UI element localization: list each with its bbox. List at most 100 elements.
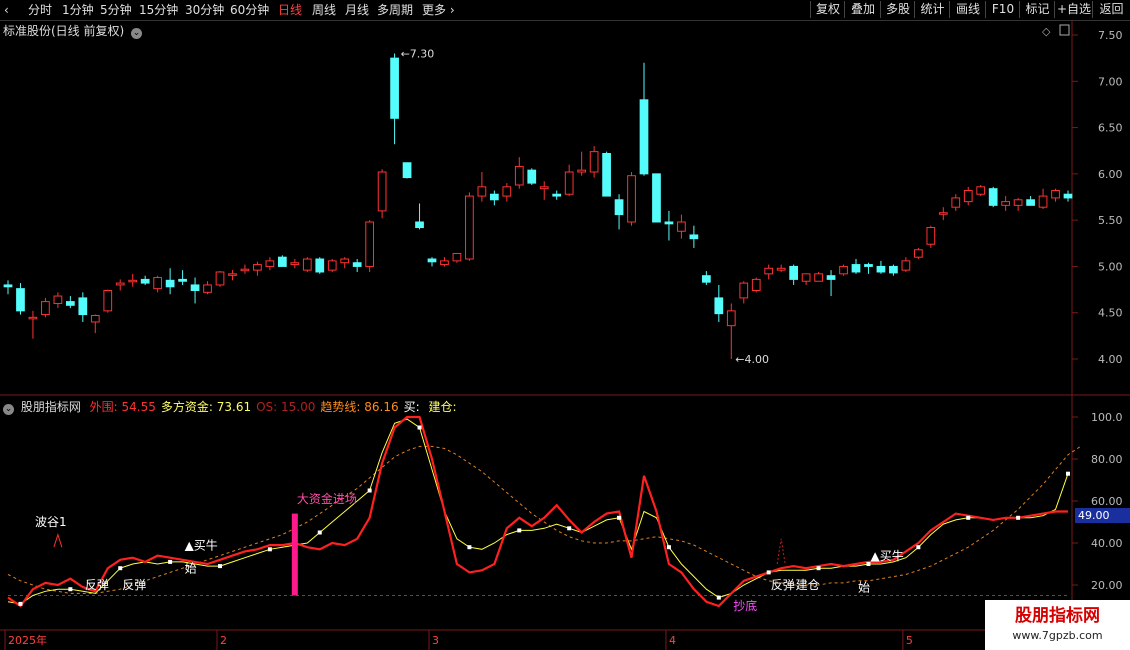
candle-body: [140, 278, 150, 284]
candle-body: [153, 277, 163, 290]
y-tick-label: 5.00: [1098, 260, 1123, 273]
candle-body: [627, 175, 636, 223]
period-5[interactable]: 60分钟: [230, 2, 269, 18]
indicator-item-1: 多方资金: 73.61: [160, 400, 252, 414]
candle-body: [1001, 201, 1011, 206]
candle-body: [926, 227, 936, 245]
annotation-9: ▲买牛: [870, 548, 903, 563]
candle-body: [440, 260, 449, 266]
y-tick-label: 4.00: [1098, 353, 1123, 366]
candle-body: [390, 57, 399, 119]
period-0[interactable]: 分时: [28, 2, 52, 18]
signal-marker: [716, 595, 721, 600]
candle-body: [814, 273, 823, 282]
ind-tick-label: 20.00: [1091, 579, 1123, 592]
watermark-title: 股朋指标网: [1015, 606, 1100, 626]
candle-body: [714, 297, 724, 315]
period-8[interactable]: 月线: [345, 2, 369, 18]
candle-body: [327, 260, 337, 271]
period-2[interactable]: 5分钟: [100, 2, 132, 18]
low-price-label: ←4.00: [735, 353, 769, 366]
candle-body: [664, 221, 674, 225]
candle-body: [53, 295, 63, 304]
candle-body: [402, 162, 412, 179]
candle-body: [564, 171, 574, 195]
ind-tick-label: 80.00: [1091, 453, 1123, 466]
candle-body: [3, 284, 13, 288]
signal-marker: [966, 515, 971, 520]
main-panel-header: 标准股份(日线 前复权) ⌄: [3, 22, 143, 39]
signal-marker: [168, 559, 173, 564]
x-tick-label: 2: [220, 634, 227, 647]
watermark-url: www.7gpzb.com: [1012, 629, 1103, 642]
y-tick-label: 6.50: [1098, 122, 1123, 135]
indicator-name: 股朋指标网: [20, 400, 81, 414]
candle-body: [514, 165, 524, 186]
y-tick-label: 7.50: [1098, 29, 1123, 42]
toolbar-button-4[interactable]: 画线: [949, 1, 986, 18]
period-9[interactable]: 多周期: [377, 2, 413, 18]
x-tick-label: 3: [432, 634, 439, 647]
candle-body: [913, 249, 923, 258]
signal-marker: [317, 530, 322, 535]
indicator-item-4: 买:: [403, 400, 424, 414]
period-7[interactable]: 周线: [312, 2, 336, 18]
candle-body: [228, 273, 237, 276]
candle-body: [876, 265, 886, 273]
chevron-down-icon[interactable]: ⌄: [131, 28, 143, 39]
period-4[interactable]: 30分钟: [185, 2, 224, 18]
candle-body: [477, 186, 487, 197]
annotation-8: 建仓: [796, 578, 820, 592]
candle-body: [340, 258, 350, 264]
toolbar-button-8[interactable]: 返回: [1092, 1, 1130, 18]
candle-body: [864, 264, 873, 267]
candle-body: [65, 301, 75, 306]
chevron-down-icon[interactable]: ⌄: [3, 404, 14, 415]
chart-area: 7.50 7.00 6.50 6.00 5.50 5.00 4.50 4.00 100.0 80.…: [0, 20, 1130, 650]
toolbar-button-0[interactable]: 复权: [810, 1, 845, 18]
funds-entry-bar: [291, 513, 298, 596]
candle-body: [28, 316, 38, 320]
toolbar-button-6[interactable]: 标记: [1019, 1, 1055, 18]
trough-arrow-2: [776, 538, 786, 565]
candle-body: [701, 275, 711, 283]
candle-body: [776, 267, 786, 271]
candle-body: [739, 282, 749, 299]
candle-body: [203, 284, 212, 293]
period-10[interactable]: 更多 ›: [422, 2, 455, 18]
candle-body: [552, 193, 562, 197]
x-tick-label: 4: [669, 634, 676, 647]
signal-marker: [68, 587, 73, 592]
candle-body: [826, 275, 836, 280]
high-price-label: ←7.30: [401, 48, 435, 61]
candle-body: [115, 282, 125, 286]
candle-body: [951, 197, 961, 208]
toolbar-button-5[interactable]: F10: [985, 1, 1020, 18]
candle-body: [988, 188, 998, 206]
period-1[interactable]: 1分钟: [62, 2, 94, 18]
trough-arrow: [53, 532, 63, 548]
chevron-left-icon[interactable]: ‹: [4, 2, 9, 18]
annotation-5: 大资金进场: [297, 491, 357, 506]
y-tick-label: 7.00: [1098, 75, 1123, 88]
candle-body: [963, 190, 973, 203]
candle-body: [938, 212, 948, 215]
toolbar-button-1[interactable]: 叠加: [844, 1, 881, 18]
toolbar-button-7[interactable]: +自选: [1054, 1, 1093, 18]
candle-body: [489, 193, 499, 201]
period-3[interactable]: 15分钟: [139, 2, 178, 18]
candle-body: [801, 273, 811, 282]
toolbar-button-3[interactable]: 统计: [914, 1, 950, 18]
signal-marker: [467, 545, 472, 550]
period-6[interactable]: 日线: [278, 2, 302, 18]
diamond-icon: ◇: [1042, 25, 1051, 38]
candle-body: [16, 288, 25, 312]
signal-marker: [118, 566, 123, 571]
main-title: 标准股份(日线 前复权): [3, 24, 125, 38]
toolbar-button-2[interactable]: 多股: [880, 1, 915, 18]
y-tick-label: 6.00: [1098, 168, 1123, 181]
candle-body: [240, 268, 250, 272]
signal-marker: [617, 515, 622, 520]
candle-body: [253, 264, 262, 271]
candle-body: [427, 258, 437, 263]
